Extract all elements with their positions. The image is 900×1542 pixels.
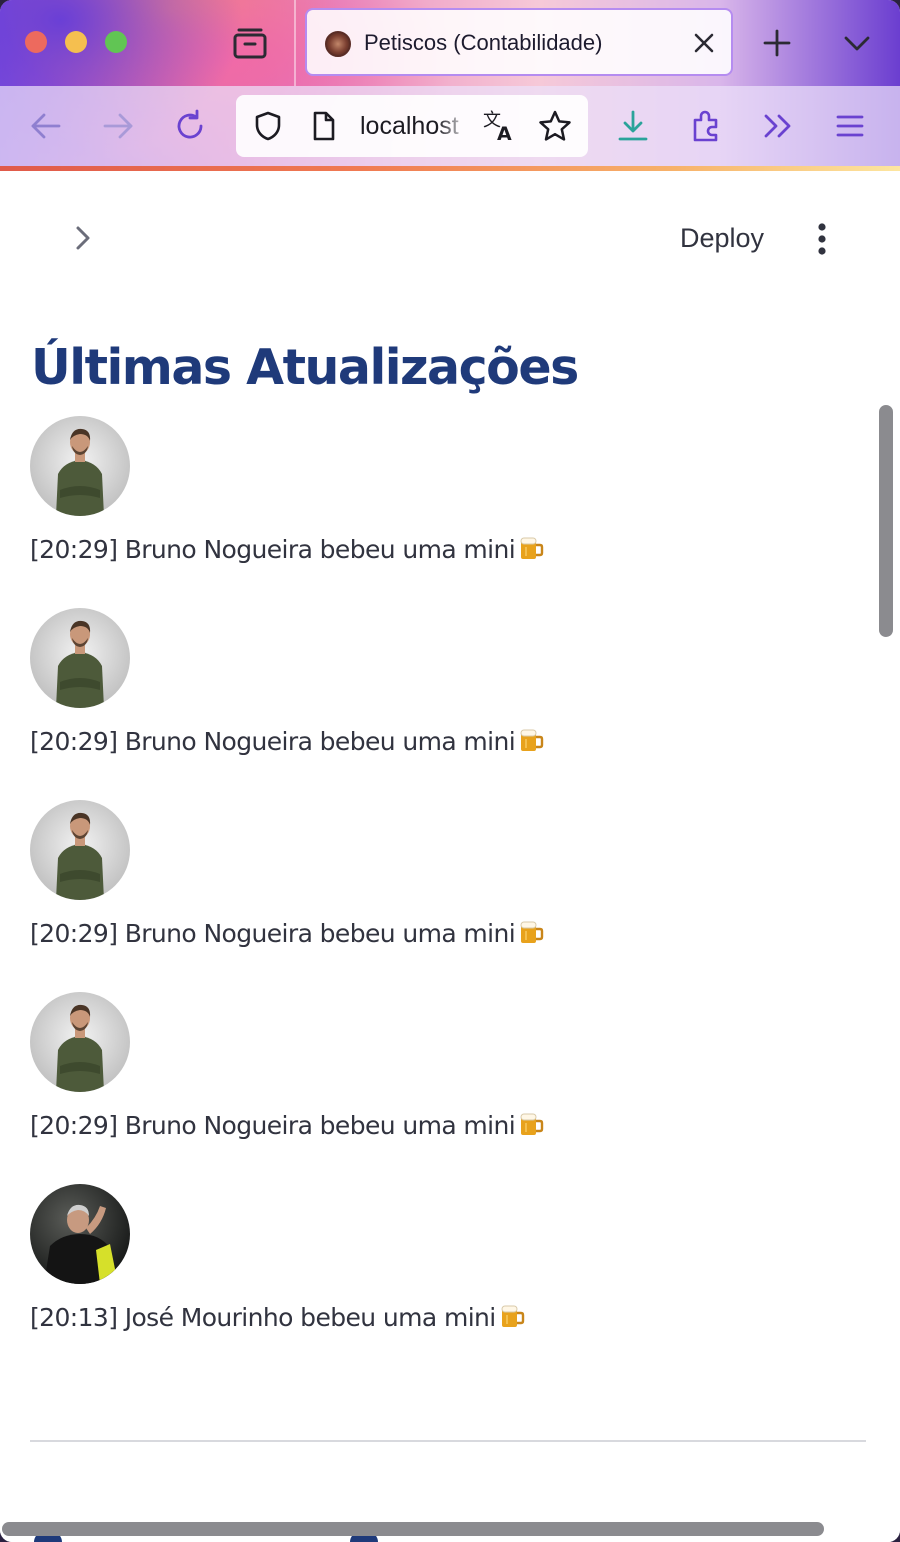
horizontal-scrollbar[interactable] bbox=[2, 1522, 824, 1536]
downloads-button[interactable] bbox=[615, 108, 651, 144]
svg-text:A: A bbox=[497, 123, 512, 144]
tab-petiscos[interactable]: Petiscos (Contabilidade) bbox=[305, 8, 733, 76]
vertical-scrollbar[interactable] bbox=[879, 405, 893, 637]
tab-title: Petiscos (Contabilidade) bbox=[364, 30, 603, 55]
navigation-toolbar: localhost 文 A bbox=[0, 86, 900, 166]
shield-icon[interactable] bbox=[252, 110, 284, 142]
main-menu-button[interactable] bbox=[806, 219, 838, 259]
update-text: [20:29] Bruno Nogueira bebeu uma mini bbox=[30, 919, 544, 951]
page-title: Últimas Atualizações bbox=[31, 339, 579, 396]
avatar-photo bbox=[30, 992, 130, 1092]
petiscos-logo-icon bbox=[325, 31, 351, 57]
zoom-window-button[interactable] bbox=[105, 31, 127, 53]
arrow-right-icon bbox=[103, 113, 133, 139]
list-item: [20:29] Bruno Nogueira bebeu uma mini bbox=[30, 416, 850, 608]
tab-divider bbox=[294, 0, 296, 86]
beer-mug-icon bbox=[518, 1111, 544, 1143]
minimize-window-button[interactable] bbox=[65, 31, 87, 53]
app-menu-button[interactable] bbox=[832, 108, 868, 144]
avatar bbox=[30, 992, 130, 1092]
update-text: [20:29] Bruno Nogueira bebeu uma mini bbox=[30, 727, 544, 759]
main-content: Últimas Atualizações [20:29] Bruno Nogue… bbox=[0, 291, 900, 1542]
avatar bbox=[30, 800, 130, 900]
close-window-button[interactable] bbox=[25, 31, 47, 53]
reload-icon bbox=[177, 109, 203, 139]
section-divider bbox=[30, 1440, 866, 1442]
avatar-photo bbox=[30, 416, 130, 516]
chevron-right-icon bbox=[76, 226, 90, 250]
list-item: [20:13] José Mourinho bebeu uma mini bbox=[30, 1184, 850, 1376]
tab-overview-icon bbox=[233, 28, 267, 59]
beer-mug-icon bbox=[518, 919, 544, 951]
forward-button[interactable] bbox=[100, 108, 136, 144]
avatar-photo bbox=[30, 800, 130, 900]
browser-window: Petiscos (Contabilidade) localhost 文 A D… bbox=[0, 0, 900, 1542]
app-header: Deploy bbox=[0, 171, 900, 291]
new-tab-button[interactable] bbox=[762, 28, 792, 58]
beer-mug-icon bbox=[518, 535, 544, 567]
close-icon bbox=[694, 33, 714, 53]
reload-button[interactable] bbox=[172, 108, 208, 144]
avatar-photo bbox=[30, 608, 130, 708]
beer-mug-icon bbox=[499, 1303, 525, 1335]
avatar bbox=[30, 1184, 130, 1284]
beer-mug-icon bbox=[518, 727, 544, 759]
url-text[interactable]: localhost bbox=[360, 112, 470, 141]
hamburger-menu-icon bbox=[836, 115, 864, 137]
page-icon[interactable] bbox=[310, 110, 338, 142]
updates-feed: [20:29] Bruno Nogueira bebeu uma mini [2… bbox=[30, 416, 850, 1376]
deploy-button[interactable]: Deploy bbox=[666, 215, 778, 261]
list-item: [20:29] Bruno Nogueira bebeu uma mini bbox=[30, 992, 850, 1184]
url-bar[interactable]: localhost 文 A bbox=[236, 95, 588, 157]
browser-chrome: Petiscos (Contabilidade) localhost 文 A bbox=[0, 0, 900, 168]
list-item: [20:29] Bruno Nogueira bebeu uma mini bbox=[30, 608, 850, 800]
tab-overview-button[interactable] bbox=[232, 26, 268, 60]
bookmark-star-icon[interactable] bbox=[538, 109, 572, 143]
extensions-button[interactable] bbox=[689, 108, 725, 144]
list-item: [20:29] Bruno Nogueira bebeu uma mini bbox=[30, 800, 850, 992]
kebab-menu-icon bbox=[818, 223, 826, 255]
avatar bbox=[30, 416, 130, 516]
more-tools-button[interactable] bbox=[760, 108, 796, 144]
back-button[interactable] bbox=[28, 108, 64, 144]
translate-icon[interactable]: 文 A bbox=[482, 108, 516, 144]
avatar bbox=[30, 608, 130, 708]
update-text: [20:29] Bruno Nogueira bebeu uma mini bbox=[30, 535, 544, 567]
list-all-tabs-button[interactable] bbox=[842, 28, 872, 58]
arrow-left-icon bbox=[31, 113, 61, 139]
update-text: [20:29] Bruno Nogueira bebeu uma mini bbox=[30, 1111, 544, 1143]
double-chevron-right-icon bbox=[764, 114, 791, 138]
puzzle-piece-icon bbox=[693, 110, 718, 142]
chevron-down-icon bbox=[844, 36, 870, 51]
update-text: [20:13] José Mourinho bebeu uma mini bbox=[30, 1303, 525, 1335]
avatar-photo bbox=[30, 1184, 130, 1284]
tab-strip: Petiscos (Contabilidade) bbox=[0, 0, 900, 86]
close-tab-button[interactable] bbox=[691, 30, 717, 56]
download-icon bbox=[618, 110, 648, 141]
plus-icon bbox=[763, 29, 791, 57]
expand-sidebar-button[interactable] bbox=[68, 223, 98, 253]
